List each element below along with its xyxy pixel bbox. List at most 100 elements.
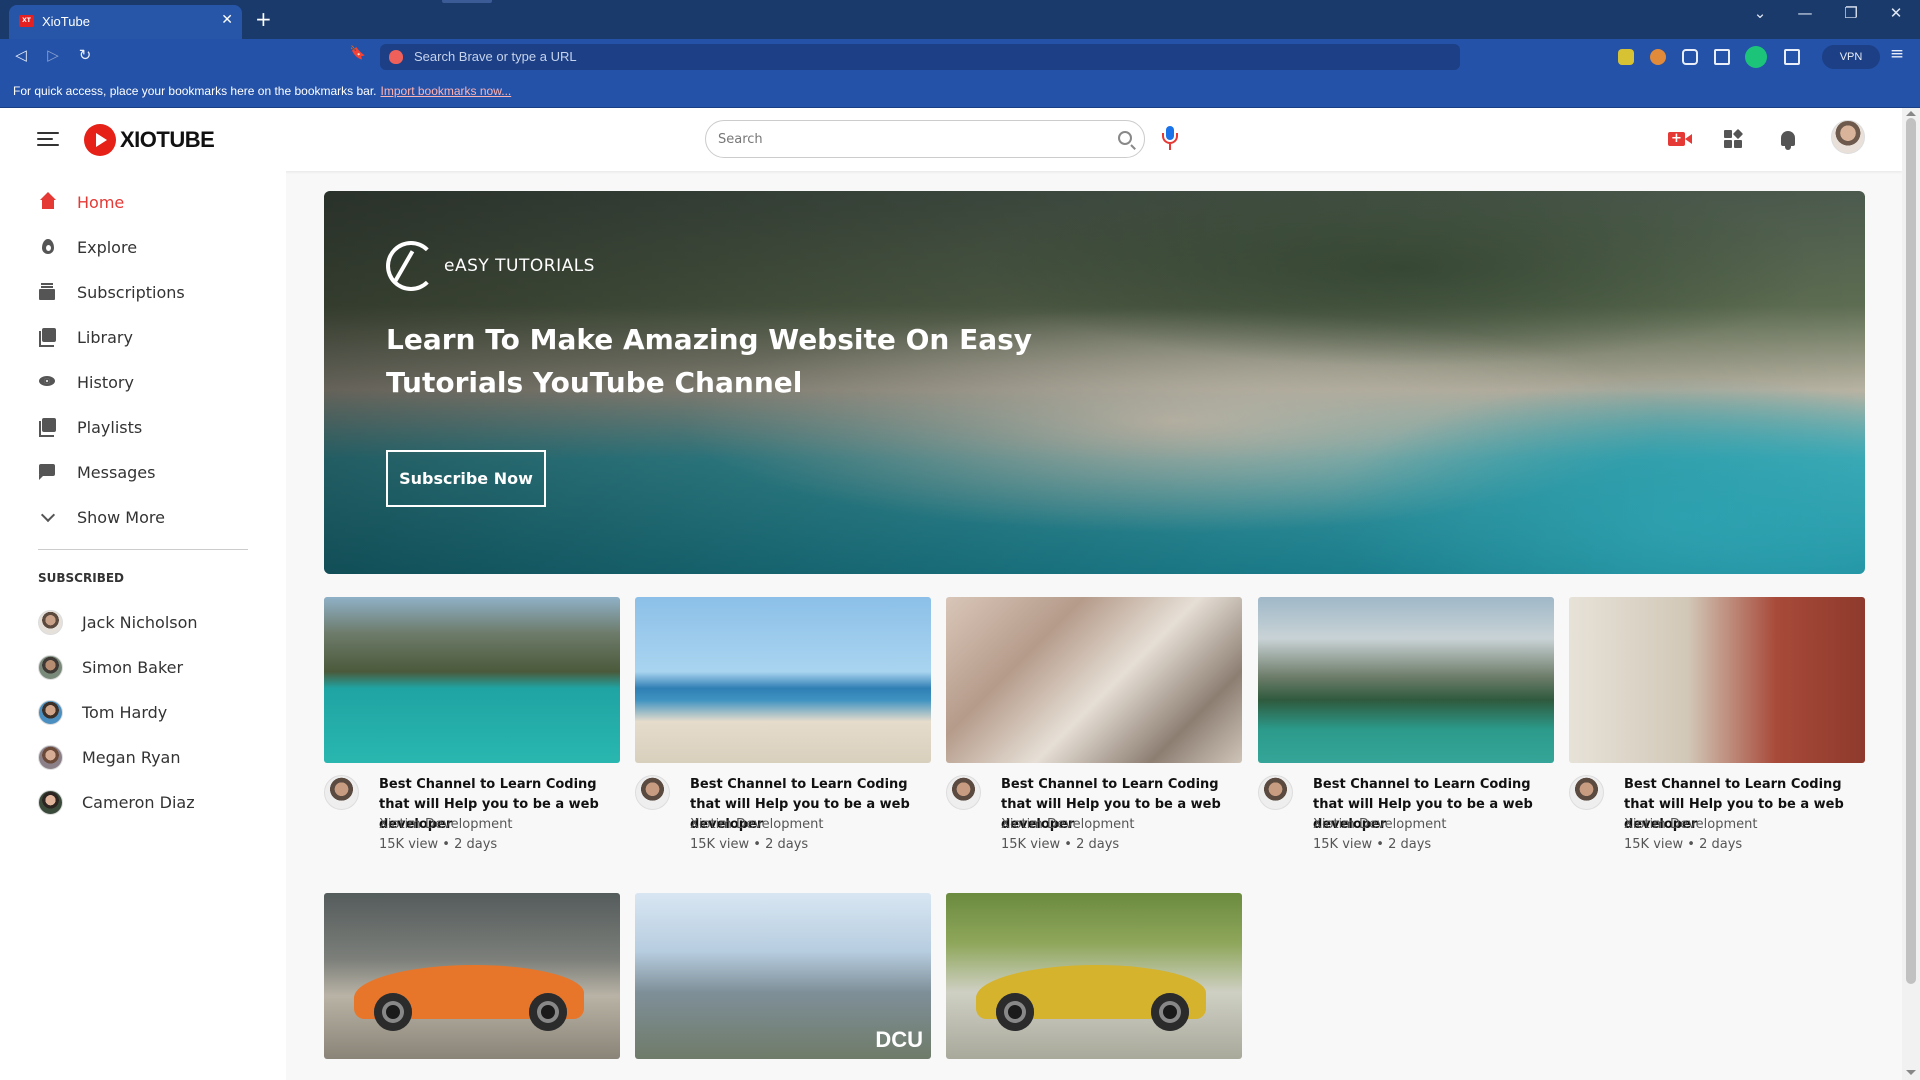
video-card[interactable] bbox=[946, 893, 1242, 1059]
video-channel[interactable]: Xiotim Development bbox=[1001, 817, 1135, 832]
video-card[interactable]: Best Channel to Learn Coding that will H… bbox=[635, 597, 931, 865]
import-bookmarks-link[interactable]: Import bookmarks now... bbox=[381, 84, 512, 98]
messages-icon bbox=[38, 462, 58, 482]
video-channel[interactable]: Xiotim Development bbox=[1624, 817, 1758, 832]
tab-close-icon[interactable]: ✕ bbox=[221, 12, 233, 28]
channel-avatar[interactable] bbox=[946, 775, 981, 810]
subscribe-now-button[interactable]: Subscribe Now bbox=[386, 450, 546, 507]
channel-avatar[interactable] bbox=[1258, 775, 1293, 810]
scrollbar-thumb[interactable] bbox=[1906, 118, 1916, 984]
video-channel[interactable]: Xiotim Development bbox=[379, 817, 513, 832]
video-card[interactable]: Best Channel to Learn Coding that will H… bbox=[324, 597, 620, 865]
extensions-puzzle-icon[interactable] bbox=[1682, 49, 1698, 65]
scroll-down-arrow-icon[interactable] bbox=[1906, 1070, 1916, 1075]
video-thumbnail[interactable] bbox=[1569, 597, 1865, 763]
video-thumbnail[interactable] bbox=[946, 893, 1242, 1059]
video-thumbnail[interactable] bbox=[946, 597, 1242, 763]
channel-avatar[interactable] bbox=[1569, 775, 1604, 810]
upload-video-icon[interactable]: + bbox=[1668, 130, 1692, 148]
banner-brand: eASY TUTORIALS bbox=[444, 256, 595, 276]
sidebar-item-home[interactable]: Home bbox=[38, 190, 124, 214]
easy-tutorials-logo-icon bbox=[386, 241, 436, 291]
subscribed-channel-item[interactable]: Jack Nicholson bbox=[38, 608, 198, 636]
video-card[interactable]: Best Channel to Learn Coding that will H… bbox=[1569, 597, 1865, 865]
page-scrollbar[interactable] bbox=[1902, 108, 1920, 1080]
channel-avatar[interactable] bbox=[324, 775, 359, 810]
hamburger-menu-icon[interactable] bbox=[37, 130, 59, 148]
video-card[interactable]: Best Channel to Learn Coding that will H… bbox=[946, 597, 1242, 865]
restore-window-button[interactable]: ❐ bbox=[1831, 4, 1871, 22]
site-header: XIOTUBE + bbox=[0, 108, 1902, 171]
vpn-button[interactable]: VPN bbox=[1822, 45, 1880, 69]
extension-cookie-icon[interactable] bbox=[1650, 49, 1666, 65]
rewards-icon[interactable] bbox=[1784, 49, 1800, 65]
brave-shield-icon[interactable] bbox=[389, 50, 403, 64]
minimize-window-button[interactable]: — bbox=[1785, 4, 1825, 22]
tab-strip-marker bbox=[442, 0, 492, 3]
user-avatar[interactable] bbox=[1831, 120, 1865, 154]
sidebar-toggle-icon[interactable] bbox=[1714, 49, 1730, 65]
video-card[interactable]: Best Channel to Learn Coding that will H… bbox=[1258, 597, 1554, 865]
video-thumbnail[interactable]: DCU bbox=[635, 893, 931, 1059]
car-wheel bbox=[996, 993, 1034, 1031]
subscribed-channel-item[interactable]: Tom Hardy bbox=[38, 698, 167, 726]
video-channel[interactable]: Xiotim Development bbox=[690, 817, 824, 832]
address-bar[interactable]: Search Brave or type a URL bbox=[380, 44, 1460, 70]
address-bar-placeholder: Search Brave or type a URL bbox=[414, 49, 577, 64]
video-card[interactable]: DCU bbox=[635, 893, 931, 1059]
sidebar-item-library[interactable]: Library bbox=[38, 325, 133, 349]
subscribed-channel-item[interactable]: Simon Baker bbox=[38, 653, 183, 681]
avatar bbox=[38, 699, 63, 725]
sidebar-item-label: Subscriptions bbox=[77, 282, 185, 302]
sidebar-item-label: Home bbox=[77, 192, 125, 212]
logo-text: XIOTUBE bbox=[120, 127, 215, 152]
forward-icon[interactable]: ▷ bbox=[42, 46, 64, 64]
channel-name: Megan Ryan bbox=[82, 747, 181, 767]
reload-icon[interactable]: ↻ bbox=[74, 46, 96, 64]
subscribed-channel-item[interactable]: Cameron Diaz bbox=[38, 788, 195, 816]
sidebar-item-subscriptions[interactable]: Subscriptions bbox=[38, 280, 185, 304]
new-tab-button[interactable]: + bbox=[255, 7, 272, 31]
sidebar-item-explore[interactable]: Explore bbox=[38, 235, 137, 259]
search-icon[interactable] bbox=[1118, 131, 1132, 145]
video-thumbnail[interactable] bbox=[635, 597, 931, 763]
hero-banner: eASY TUTORIALS Learn To Make Amazing Web… bbox=[324, 191, 1865, 574]
search-input[interactable] bbox=[718, 129, 1098, 149]
microphone-icon[interactable] bbox=[1161, 126, 1179, 152]
grammarly-icon[interactable] bbox=[1745, 46, 1767, 68]
video-stats: 15K view • 2 days bbox=[1001, 837, 1120, 852]
channel-avatar[interactable] bbox=[635, 775, 670, 810]
chevron-down-icon bbox=[38, 507, 58, 527]
sidebar-item-show-more[interactable]: Show More bbox=[38, 505, 165, 529]
video-thumbnail[interactable] bbox=[324, 893, 620, 1059]
video-thumbnail[interactable] bbox=[1258, 597, 1554, 763]
sidebar-item-messages[interactable]: Messages bbox=[38, 460, 155, 484]
subscribed-channel-item[interactable]: Megan Ryan bbox=[38, 743, 181, 771]
back-icon[interactable]: ◁ bbox=[10, 46, 32, 64]
car-wheel bbox=[529, 993, 567, 1031]
browser-tab-xiotube[interactable]: XT XioTube ✕ bbox=[9, 5, 242, 39]
scroll-up-arrow-icon[interactable] bbox=[1906, 111, 1916, 116]
apps-grid-icon[interactable] bbox=[1724, 128, 1744, 148]
avatar bbox=[38, 789, 63, 815]
browser-menu-icon[interactable]: ≡ bbox=[1886, 44, 1908, 64]
sidebar-item-label: Library bbox=[77, 327, 133, 347]
tab-search-dropdown-icon[interactable]: ⌄ bbox=[1740, 4, 1780, 22]
explore-icon bbox=[38, 237, 58, 257]
video-card[interactable] bbox=[324, 893, 620, 1059]
sidebar-item-label: History bbox=[77, 372, 134, 392]
sidebar-item-playlists[interactable]: Playlists bbox=[38, 415, 142, 439]
search-box bbox=[705, 120, 1145, 158]
site-logo[interactable]: XIOTUBE bbox=[84, 124, 215, 156]
notifications-bell-icon[interactable] bbox=[1779, 130, 1797, 150]
video-thumbnail[interactable] bbox=[324, 597, 620, 763]
extension-wallet-icon[interactable] bbox=[1618, 49, 1634, 65]
bookmark-icon[interactable]: 🔖 bbox=[347, 46, 369, 61]
video-meta: Best Channel to Learn Coding that will H… bbox=[635, 775, 931, 865]
sidebar-item-history[interactable]: History bbox=[38, 370, 134, 394]
history-icon bbox=[38, 372, 58, 392]
video-channel[interactable]: Xiotim Development bbox=[1313, 817, 1447, 832]
car-wheel bbox=[1151, 993, 1189, 1031]
close-window-button[interactable]: ✕ bbox=[1876, 4, 1916, 22]
avatar bbox=[38, 744, 63, 770]
